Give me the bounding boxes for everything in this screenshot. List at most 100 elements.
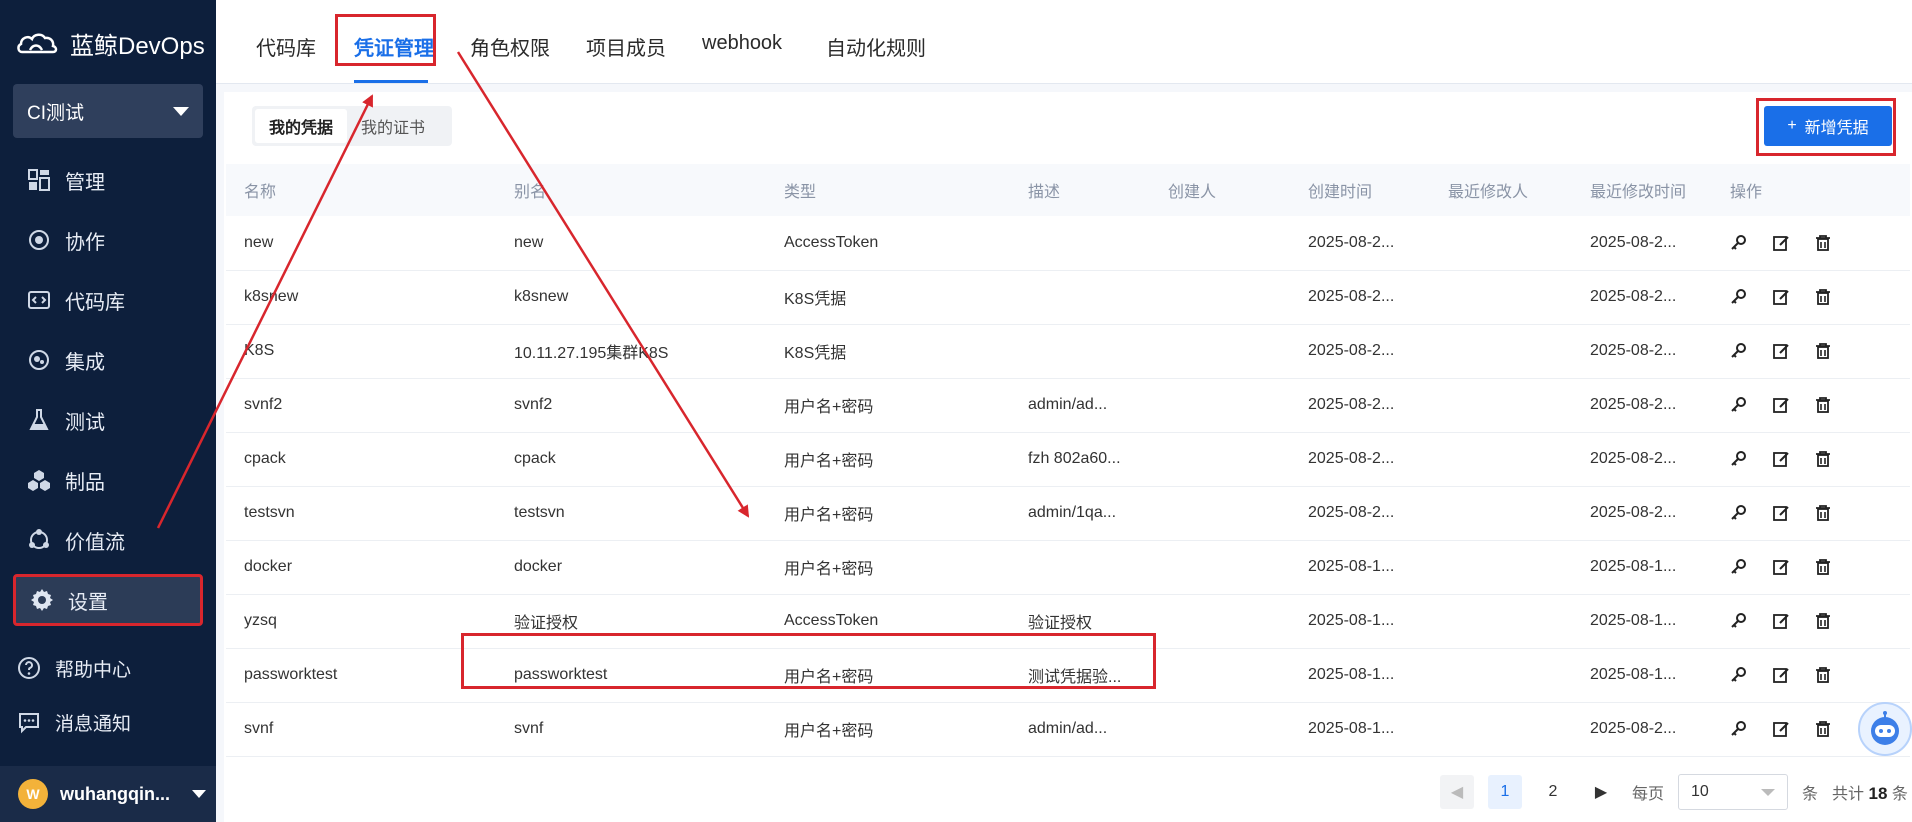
table-row[interactable]: cpack cpack 用户名+密码 fzh 802a60... 2025-08-2..… <box>226 432 1910 487</box>
sidebar-item-help[interactable]: 帮助中心 <box>13 646 203 690</box>
cell-modifier <box>1430 486 1572 541</box>
delete-icon[interactable] <box>1814 288 1832 306</box>
help-icon <box>17 656 41 680</box>
tab-roles[interactable]: 角色权限 <box>470 32 550 61</box>
edit-icon[interactable] <box>1772 342 1790 360</box>
cell-actions <box>1712 270 1910 325</box>
key-icon[interactable] <box>1730 666 1748 684</box>
brand-logo[interactable]: 蓝鲸DevOps <box>16 26 205 61</box>
cell-modifier <box>1430 270 1572 325</box>
settings-tabs: 代码库 凭证管理 角色权限 项目成员 webhook 自动化规则 <box>216 0 1912 84</box>
cell-modifier <box>1430 702 1572 757</box>
delete-icon[interactable] <box>1814 234 1832 252</box>
cell-modified-time: 2025-08-1... <box>1572 540 1712 595</box>
cell-type: K8S凭据 <box>766 324 1010 379</box>
cell-modifier <box>1430 648 1572 703</box>
page-2-button[interactable]: 2 <box>1536 775 1570 809</box>
tab-automation[interactable]: 自动化规则 <box>826 32 926 61</box>
total-count: 共计 18 条 <box>1832 780 1908 804</box>
cell-created-time: 2025-08-2... <box>1290 324 1430 379</box>
edit-icon[interactable] <box>1772 288 1790 306</box>
column-header-type: 类型 <box>766 164 1010 216</box>
cell-actions <box>1712 378 1910 433</box>
gear-icon <box>30 588 54 612</box>
cell-description <box>1010 540 1150 595</box>
sidebar-item-settings[interactable]: 设置 <box>13 574 203 626</box>
cell-created-time: 2025-08-1... <box>1290 540 1430 595</box>
cell-modifier <box>1430 432 1572 487</box>
prev-page-button[interactable]: ◀ <box>1440 775 1474 809</box>
project-selector[interactable]: CI测试 <box>13 84 203 138</box>
sidebar-item-valuestream[interactable]: 价值流 <box>13 514 203 566</box>
table-row[interactable]: k8snew k8snew K8S凭据 2025-08-2... 2025-08-2..… <box>226 270 1910 325</box>
key-icon[interactable] <box>1730 504 1748 522</box>
key-icon[interactable] <box>1730 450 1748 468</box>
edit-icon[interactable] <box>1772 612 1790 630</box>
delete-icon[interactable] <box>1814 558 1832 576</box>
key-icon[interactable] <box>1730 558 1748 576</box>
table-row[interactable]: K8S 10.11.27.195集群K8S K8S凭据 2025-08-2... 202… <box>226 324 1910 379</box>
sidebar-item-code[interactable]: 代码库 <box>13 274 203 326</box>
table-row[interactable]: testsvn testsvn 用户名+密码 admin/1qa... 2025-08-… <box>226 486 1910 541</box>
cell-name: new <box>226 216 496 271</box>
key-icon[interactable] <box>1730 288 1748 306</box>
cell-modified-time: 2025-08-2... <box>1572 432 1712 487</box>
cell-creator <box>1150 378 1290 433</box>
key-icon[interactable] <box>1730 396 1748 414</box>
sidebar-item-manage[interactable]: 管理 <box>13 154 203 206</box>
tab-webhook[interactable]: webhook <box>702 32 782 55</box>
tab-members[interactable]: 项目成员 <box>586 32 666 61</box>
key-icon[interactable] <box>1730 720 1748 738</box>
subtab-my-certificates[interactable]: 我的证书 <box>347 109 439 143</box>
next-page-button[interactable]: ▶ <box>1584 775 1618 809</box>
assistant-bot-button[interactable] <box>1858 702 1912 756</box>
delete-icon[interactable] <box>1814 396 1832 414</box>
cell-alias: 10.11.27.195集群K8S <box>496 324 766 379</box>
table-row[interactable]: svnf2 svnf2 用户名+密码 admin/ad... 2025-08-2... 2… <box>226 378 1910 433</box>
edit-icon[interactable] <box>1772 234 1790 252</box>
cell-created-time: 2025-08-1... <box>1290 594 1430 649</box>
delete-icon[interactable] <box>1814 504 1832 522</box>
edit-icon[interactable] <box>1772 720 1790 738</box>
sidebar-item-label: 协作 <box>65 231 105 254</box>
sidebar-item-collab[interactable]: 协作 <box>13 214 203 266</box>
subtab-my-credentials[interactable]: 我的凭据 <box>255 109 348 143</box>
cell-creator <box>1150 270 1290 325</box>
cell-actions <box>1712 486 1910 541</box>
edit-icon[interactable] <box>1772 666 1790 684</box>
edit-icon[interactable] <box>1772 558 1790 576</box>
sidebar-item-label: 价值流 <box>65 531 125 554</box>
cell-actions <box>1712 594 1910 649</box>
sidebar-item-artifact[interactable]: 制品 <box>13 454 203 506</box>
key-icon[interactable] <box>1730 234 1748 252</box>
key-icon[interactable] <box>1730 342 1748 360</box>
edit-icon[interactable] <box>1772 396 1790 414</box>
column-header-modified-time: 最近修改时间 <box>1572 164 1712 216</box>
edit-icon[interactable] <box>1772 504 1790 522</box>
pagination: ◀ 1 2 ▶ 每页 10 条 共计 18 条 <box>1440 772 1908 812</box>
column-header-description: 描述 <box>1010 164 1150 216</box>
cell-description <box>1010 270 1150 325</box>
per-page-select[interactable]: 10 <box>1678 774 1789 810</box>
sidebar-item-test[interactable]: 测试 <box>13 394 203 446</box>
sidebar-bottom: 帮助中心 消息通知 <box>13 646 203 754</box>
cell-creator <box>1150 702 1290 757</box>
table-row[interactable]: svnf svnf 用户名+密码 admin/ad... 2025-08-1... 202… <box>226 702 1910 757</box>
delete-icon[interactable] <box>1814 342 1832 360</box>
edit-icon[interactable] <box>1772 450 1790 468</box>
user-menu[interactable]: W wuhangqin... <box>0 766 216 822</box>
cell-modified-time: 2025-08-2... <box>1572 270 1712 325</box>
delete-icon[interactable] <box>1814 450 1832 468</box>
delete-icon[interactable] <box>1814 720 1832 738</box>
cell-name: yzsq <box>226 594 496 649</box>
delete-icon[interactable] <box>1814 666 1832 684</box>
key-icon[interactable] <box>1730 612 1748 630</box>
sidebar-item-integration[interactable]: 集成 <box>13 334 203 386</box>
delete-icon[interactable] <box>1814 612 1832 630</box>
table-row[interactable]: new new AccessToken 2025-08-2... 2025-08-2..… <box>226 216 1910 271</box>
tab-repository[interactable]: 代码库 <box>256 32 316 61</box>
column-header-creator: 创建人 <box>1150 164 1290 216</box>
sidebar-item-messages[interactable]: 消息通知 <box>13 700 203 744</box>
table-row[interactable]: docker docker 用户名+密码 2025-08-1... 2025-08-1.… <box>226 540 1910 595</box>
page-1-button[interactable]: 1 <box>1488 775 1522 809</box>
